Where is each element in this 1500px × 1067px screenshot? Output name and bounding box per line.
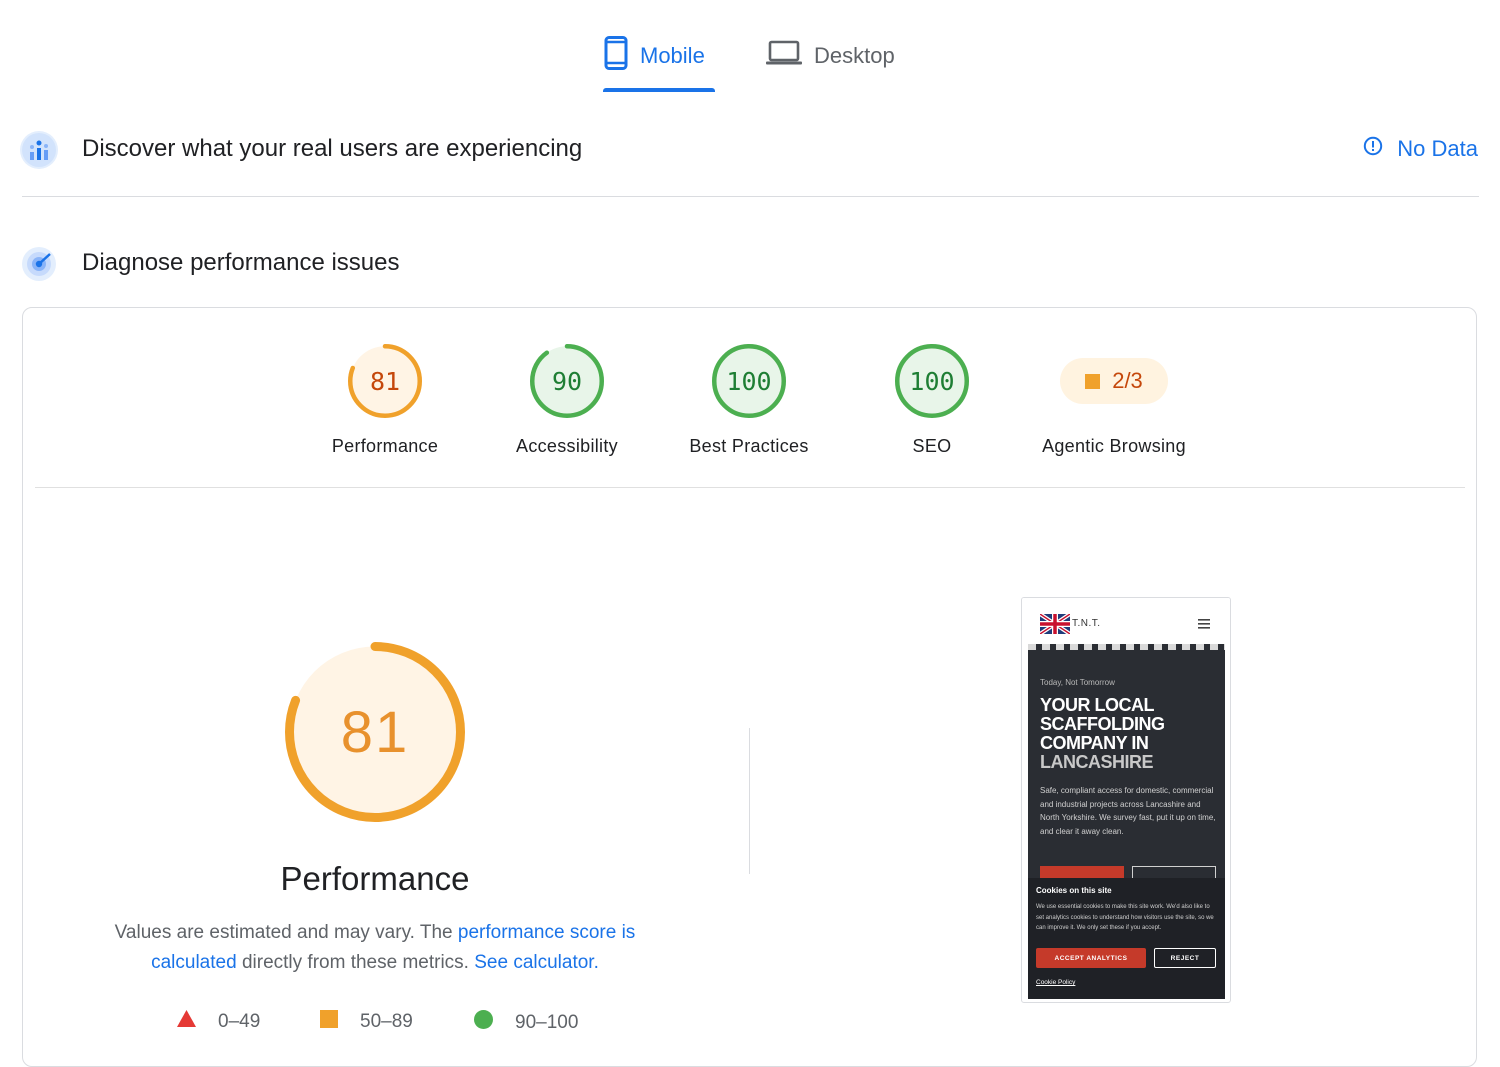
radar-icon <box>20 245 58 283</box>
gauge-score: 2/3 <box>1112 368 1143 393</box>
vertical-separator <box>749 728 750 874</box>
section-divider <box>22 196 1479 197</box>
gauge-label-accessibility: Accessibility <box>516 436 618 456</box>
tab-desktop[interactable]: Desktop <box>766 36 895 76</box>
desc-text-2: directly from these metrics. <box>236 952 475 973</box>
union-flag-logo-icon <box>1038 612 1072 639</box>
screenshot-header: T.N.T. <box>1022 598 1230 644</box>
performance-title: Performance <box>280 860 470 897</box>
performance-big-score: 81 <box>340 699 410 765</box>
screenshot-hero: Today, Not Tomorrow YOUR LOCAL SCAFFOLDI… <box>1028 644 1225 999</box>
legend-fail: 0–49 <box>177 1010 260 1033</box>
gauge-score: 90 <box>551 366 583 396</box>
gauge-label-agentic-browsing: Agentic Browsing <box>1042 436 1186 456</box>
mobile-phone-icon <box>604 36 628 76</box>
card-divider <box>35 487 1465 488</box>
cookie-accept-button: ACCEPT ANALYTICS <box>1036 948 1146 968</box>
cookie-reject-button: REJECT <box>1154 948 1216 968</box>
gauge-score: 100 <box>909 366 955 396</box>
triangle-icon <box>177 1010 196 1033</box>
cookie-text: We use essential cookies to make this si… <box>1036 904 1214 931</box>
square-icon <box>320 1010 338 1034</box>
legend-pass: 90–100 <box>474 1010 578 1035</box>
gauge-score: 100 <box>726 366 772 396</box>
tab-mobile[interactable]: Mobile <box>604 36 705 76</box>
gauge-best-practices[interactable]: 100 <box>711 343 787 419</box>
tab-desktop-label: Desktop <box>814 43 895 68</box>
circle-icon <box>474 1010 493 1035</box>
screenshot-body: Safe, compliant access for domestic, com… <box>1040 786 1216 836</box>
hamburger-menu-icon <box>1198 616 1210 634</box>
legend-range: 90–100 <box>515 1011 579 1033</box>
legend-range: 50–89 <box>360 1011 413 1032</box>
gauge-label-performance: Performance <box>331 436 439 456</box>
final-screenshot[interactable]: T.N.T. Today, Not Tomorrow YOUR LOCAL SC… <box>1021 597 1231 1003</box>
gauge-label-best-practices: Best Practices <box>689 436 809 456</box>
field-data-title: Discover what your real users are experi… <box>82 135 583 162</box>
gauge-performance[interactable]: 81 <box>347 343 423 419</box>
no-data-label: No Data <box>1397 136 1478 161</box>
gauge-seo[interactable]: 100 <box>894 343 970 419</box>
heading-line: LANCASHIRE <box>1040 752 1154 772</box>
heading-line: COMPANY IN <box>1040 733 1149 753</box>
screenshot-tagline: Today, Not Tomorrow <box>1040 678 1115 687</box>
tab-mobile-label: Mobile <box>640 43 705 68</box>
gauge-label-seo: SEO <box>912 436 952 456</box>
cookie-title: Cookies on this site <box>1036 886 1112 895</box>
cookie-policy-link: Cookie Policy <box>1036 979 1076 986</box>
active-tab-indicator <box>603 88 715 92</box>
legend-range: 0–49 <box>218 1010 261 1032</box>
hero-stripes <box>1028 644 1225 650</box>
heading-line: YOUR LOCAL <box>1040 695 1155 715</box>
no-data-link[interactable]: No Data <box>1363 136 1478 162</box>
gauge-agentic-browsing[interactable]: 2/3 <box>1060 358 1168 404</box>
see-calculator-link[interactable]: See calculator. <box>474 952 599 973</box>
info-icon <box>1363 136 1383 162</box>
screenshot-cookie-banner: Cookies on this site We use essential co… <box>1028 878 1225 999</box>
diagnose-title: Diagnose performance issues <box>82 249 400 276</box>
legend-average: 50–89 <box>320 1010 413 1034</box>
gauge-score: 81 <box>369 366 401 396</box>
gauge-accessibility[interactable]: 90 <box>529 343 605 419</box>
screenshot-heading: YOUR LOCAL SCAFFOLDING COMPANY IN LANCAS… <box>1040 696 1220 772</box>
performance-description: Values are estimated and may vary. The p… <box>95 918 655 978</box>
desc-text-1: Values are estimated and may vary. The <box>114 922 458 943</box>
laptop-icon <box>766 39 802 73</box>
heading-line: SCAFFOLDING <box>1040 714 1165 734</box>
screenshot-logo-text: T.N.T. <box>1072 618 1101 629</box>
users-chart-icon <box>20 131 58 169</box>
average-square-icon <box>1085 373 1101 389</box>
